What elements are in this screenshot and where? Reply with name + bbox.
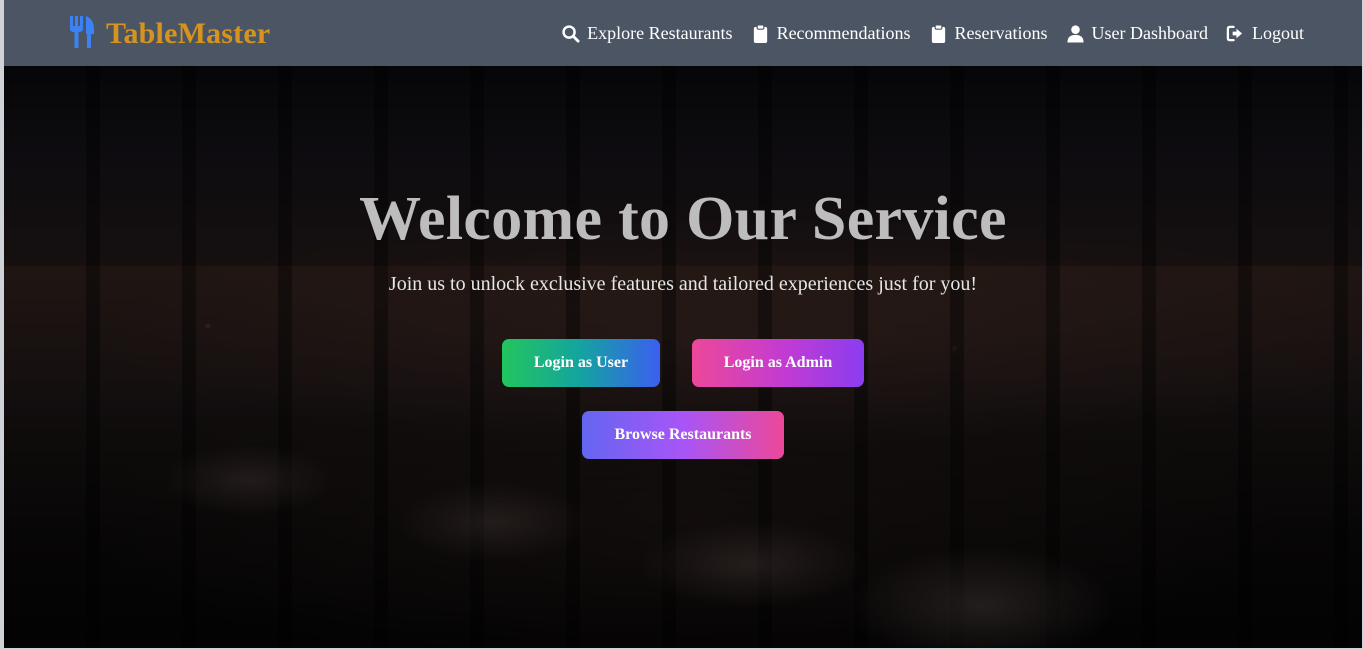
- brand-name: TableMaster: [106, 17, 271, 50]
- hero-subtitle: Join us to unlock exclusive features and…: [388, 273, 978, 295]
- logout-icon: [1226, 24, 1245, 43]
- nav-item-reservations[interactable]: Reservations: [929, 23, 1048, 44]
- nav-item-label: Recommendations: [776, 22, 911, 43]
- brand-logo[interactable]: TableMaster: [68, 15, 271, 53]
- nav-item-recommendations[interactable]: Recommendations: [751, 23, 911, 44]
- clipboard-icon: [751, 23, 770, 43]
- nav-item-explore-restaurants[interactable]: Explore Restaurants: [561, 22, 733, 44]
- nav-item-label: User Dashboard: [1091, 22, 1208, 43]
- hero-title: Welcome to Our Service: [359, 185, 1007, 253]
- nav-menu: Explore Restaurants Recommendations Rese…: [561, 21, 1304, 45]
- login-as-user-button[interactable]: Login as User: [502, 339, 660, 387]
- nav-item-logout[interactable]: Logout: [1226, 23, 1304, 44]
- hero-section: Welcome to Our Service Join us to unlock…: [4, 66, 1362, 648]
- nav-item-label: Explore Restaurants: [587, 22, 733, 43]
- nav-item-label: Reservations: [954, 22, 1048, 43]
- hero-content: Welcome to Our Service Join us to unlock…: [4, 66, 1362, 648]
- browser-viewport: TableMaster Explore Restaurants Recommen…: [4, 0, 1362, 648]
- nav-item-label: Logout: [1252, 22, 1304, 43]
- browse-restaurants-button[interactable]: Browse Restaurants: [582, 411, 784, 459]
- search-icon: [561, 24, 580, 43]
- user-icon: [1066, 24, 1085, 43]
- nav-item-user-dashboard[interactable]: User Dashboard: [1066, 23, 1208, 44]
- login-as-admin-button[interactable]: Login as Admin: [692, 339, 864, 387]
- navbar: TableMaster Explore Restaurants Recommen…: [4, 0, 1362, 66]
- clipboard-icon: [929, 23, 948, 43]
- utensils-icon: [68, 15, 96, 53]
